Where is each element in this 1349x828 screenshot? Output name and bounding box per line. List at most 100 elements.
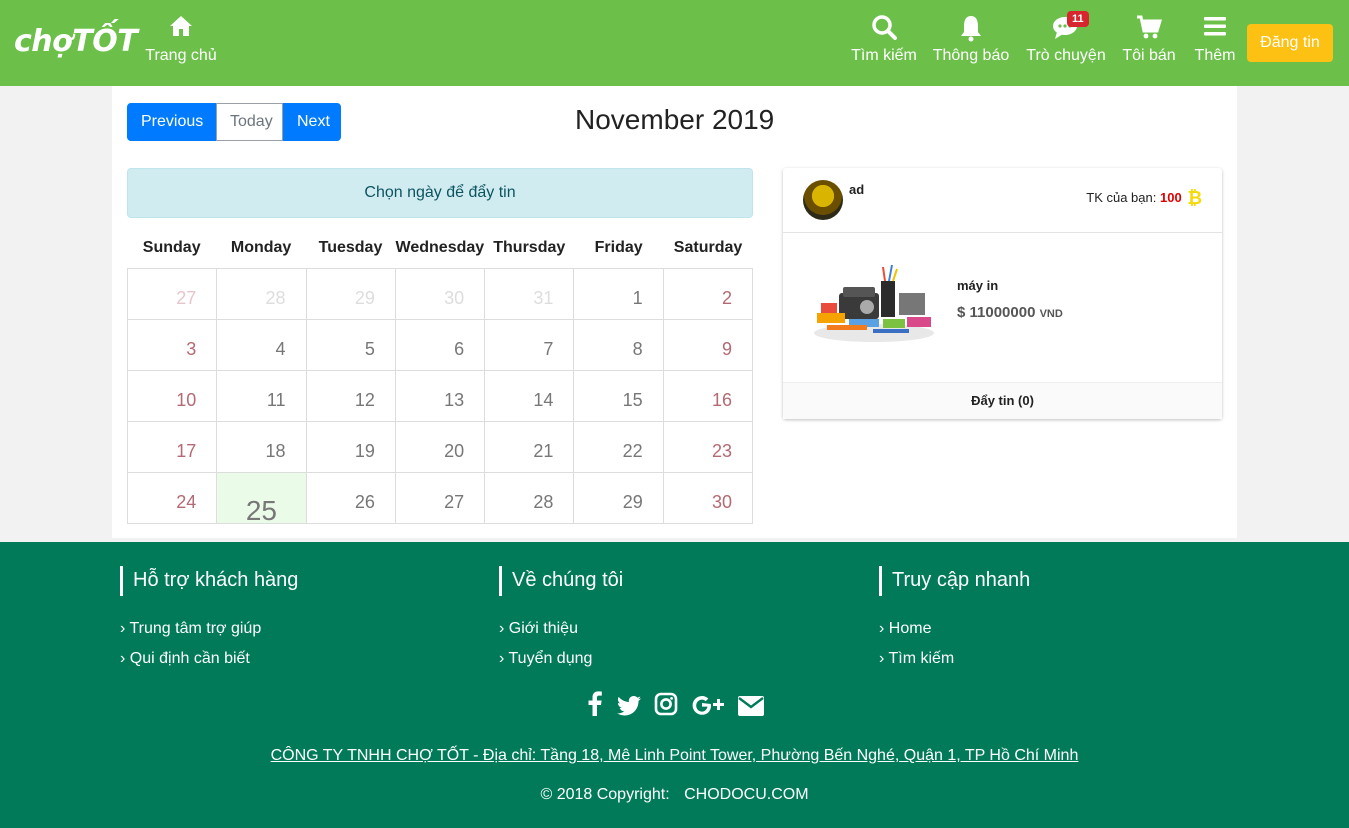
- nav-notifications-label: Thông báo: [932, 47, 1010, 64]
- footer-quick-title: Truy cập nhanh: [879, 566, 1030, 596]
- facebook-icon[interactable]: [586, 690, 604, 724]
- chat-count-badge: 11: [1067, 11, 1089, 27]
- calendar-day[interactable]: 5: [306, 320, 396, 371]
- balance-label: TK của bạn:: [1086, 190, 1157, 205]
- nav-chat-label: Trò chuyện: [1026, 47, 1106, 64]
- product-card: ad TK của bạn: 100 ₿ máy in $ 11000000 V…: [783, 168, 1222, 419]
- menu-icon: [1193, 14, 1237, 44]
- calendar-day[interactable]: 12: [306, 371, 396, 422]
- nav-search[interactable]: Tìm kiếm: [850, 14, 918, 65]
- calendar-week: 17 18 19 20 21 22 23: [128, 422, 753, 473]
- calendar-day[interactable]: 29: [306, 269, 396, 320]
- calendar-day[interactable]: 4: [217, 320, 307, 371]
- instagram-icon[interactable]: [654, 690, 678, 724]
- calendar-day[interactable]: 24: [128, 473, 218, 524]
- calendar-day[interactable]: 22: [574, 422, 664, 473]
- chat-bubble-icon: 11: [1025, 11, 1107, 44]
- previous-month-button[interactable]: Previous: [127, 103, 216, 141]
- weekday-thursday: Thursday: [493, 239, 566, 256]
- product-price: $ 11000000 VND: [957, 304, 1063, 321]
- calendar-day[interactable]: 23: [663, 422, 753, 473]
- calendar-day[interactable]: 2: [663, 269, 753, 320]
- calendar-day[interactable]: 28: [217, 269, 307, 320]
- top-header: chợTỐT Trang chủ Tìm kiếm Thông báo 11 T…: [0, 0, 1349, 86]
- main-panel: Previous Today Next November 2019 Chọn n…: [112, 86, 1237, 538]
- calendar-day[interactable]: 18: [217, 422, 307, 473]
- calendar-day[interactable]: 10: [128, 371, 218, 422]
- footer-link-regulations[interactable]: › Qui định cần biết: [120, 644, 298, 674]
- next-month-button[interactable]: Next: [283, 103, 341, 141]
- footer-support-title: Hỗ trợ khách hàng: [120, 566, 298, 596]
- calendar-day[interactable]: 27: [128, 269, 218, 320]
- nav-search-label: Tìm kiếm: [851, 47, 917, 64]
- today-button[interactable]: Today: [216, 103, 283, 141]
- product-price-currency: VND: [1039, 308, 1063, 320]
- footer-link-search[interactable]: › Tìm kiếm: [879, 644, 1030, 674]
- calendar-day[interactable]: 27: [395, 473, 486, 524]
- product-image[interactable]: [809, 263, 939, 345]
- calendar-day[interactable]: 7: [485, 320, 575, 371]
- email-icon[interactable]: [738, 690, 764, 724]
- footer-link-home[interactable]: › Home: [879, 614, 1030, 644]
- nav-home[interactable]: Trang chủ: [145, 14, 217, 65]
- nav-chat[interactable]: 11 Trò chuyện: [1025, 11, 1107, 65]
- calendar-day[interactable]: 30: [663, 473, 754, 524]
- calendar-day[interactable]: 14: [485, 371, 575, 422]
- calendar-day[interactable]: 21: [485, 422, 575, 473]
- copyright-text: © 2018 Copyright:: [540, 786, 670, 803]
- calendar-day[interactable]: 31: [485, 269, 575, 320]
- footer-link-introduction[interactable]: › Giới thiệu: [499, 614, 623, 644]
- calendar-week: 3 4 5 6 7 8 9: [128, 320, 753, 371]
- footer-link-help-center[interactable]: › Trung tâm trợ giúp: [120, 614, 298, 644]
- nav-sell[interactable]: Tôi bán: [1121, 14, 1177, 65]
- calendar-day[interactable]: 19: [306, 422, 396, 473]
- avatar[interactable]: [803, 180, 843, 220]
- footer-link-label: Tìm kiếm: [888, 650, 955, 667]
- home-icon: [145, 14, 217, 44]
- calendar-day-highlighted[interactable]: 25: [217, 473, 307, 526]
- footer-link-careers[interactable]: › Tuyển dụng: [499, 644, 623, 674]
- company-address-link[interactable]: CÔNG TY TNHH CHỢ TỐT - Địa chỉ: Tầng 18,…: [0, 747, 1349, 765]
- weekday-wednesday: Wednesday: [395, 239, 485, 256]
- footer-link-label: Qui định cần biết: [129, 650, 250, 667]
- twitter-icon[interactable]: [617, 690, 641, 724]
- calendar-day[interactable]: 15: [574, 371, 664, 422]
- calendar-day[interactable]: 30: [395, 269, 486, 320]
- nav-home-label: Trang chủ: [145, 47, 217, 64]
- calendar-day[interactable]: 16: [663, 371, 753, 422]
- user-name: ad: [849, 182, 865, 197]
- calendar-day[interactable]: 13: [395, 371, 486, 422]
- google-plus-icon[interactable]: [691, 690, 725, 724]
- account-balance: TK của bạn: 100 ₿: [1086, 188, 1202, 209]
- copyright: © 2018 Copyright: CHODOCU.COM: [0, 786, 1349, 804]
- copyright-site[interactable]: CHODOCU.COM: [684, 786, 808, 803]
- bell-icon: [932, 14, 1010, 44]
- calendar-day[interactable]: 29: [574, 473, 664, 524]
- nav-more[interactable]: Thêm: [1193, 14, 1237, 65]
- search-icon: [850, 14, 918, 44]
- calendar-day[interactable]: 11: [217, 371, 307, 422]
- calendar-day[interactable]: 8: [574, 320, 664, 371]
- calendar-day[interactable]: 1: [574, 269, 664, 320]
- weekday-saturday: Saturday: [673, 239, 743, 256]
- select-date-notice: Chọn ngày để đẩy tin: [127, 168, 753, 218]
- weekday-friday: Friday: [594, 239, 643, 256]
- calendar-day[interactable]: 17: [128, 422, 218, 473]
- social-icons: [586, 690, 764, 724]
- nav-sell-label: Tôi bán: [1122, 47, 1176, 64]
- post-listing-button[interactable]: Đăng tin: [1247, 24, 1333, 62]
- calendar-day[interactable]: 9: [663, 320, 753, 371]
- footer-link-label: Tuyển dụng: [508, 650, 593, 667]
- cho-tot-logo[interactable]: chợTỐT: [14, 24, 138, 59]
- calendar-day[interactable]: 26: [306, 473, 396, 524]
- calendar-day[interactable]: 3: [128, 320, 218, 371]
- push-listing-button[interactable]: Đẩy tin (0): [783, 382, 1222, 419]
- footer-link-label: Giới thiệu: [508, 620, 578, 637]
- calendar-day[interactable]: 20: [395, 422, 486, 473]
- calendar-day[interactable]: 6: [395, 320, 486, 371]
- calendar-day[interactable]: 28: [485, 473, 575, 524]
- nav-notifications[interactable]: Thông báo: [932, 14, 1010, 65]
- calendar-month-title: November 2019: [575, 104, 775, 135]
- product-name[interactable]: máy in: [957, 278, 998, 293]
- product-price-value: $ 11000000: [957, 304, 1036, 321]
